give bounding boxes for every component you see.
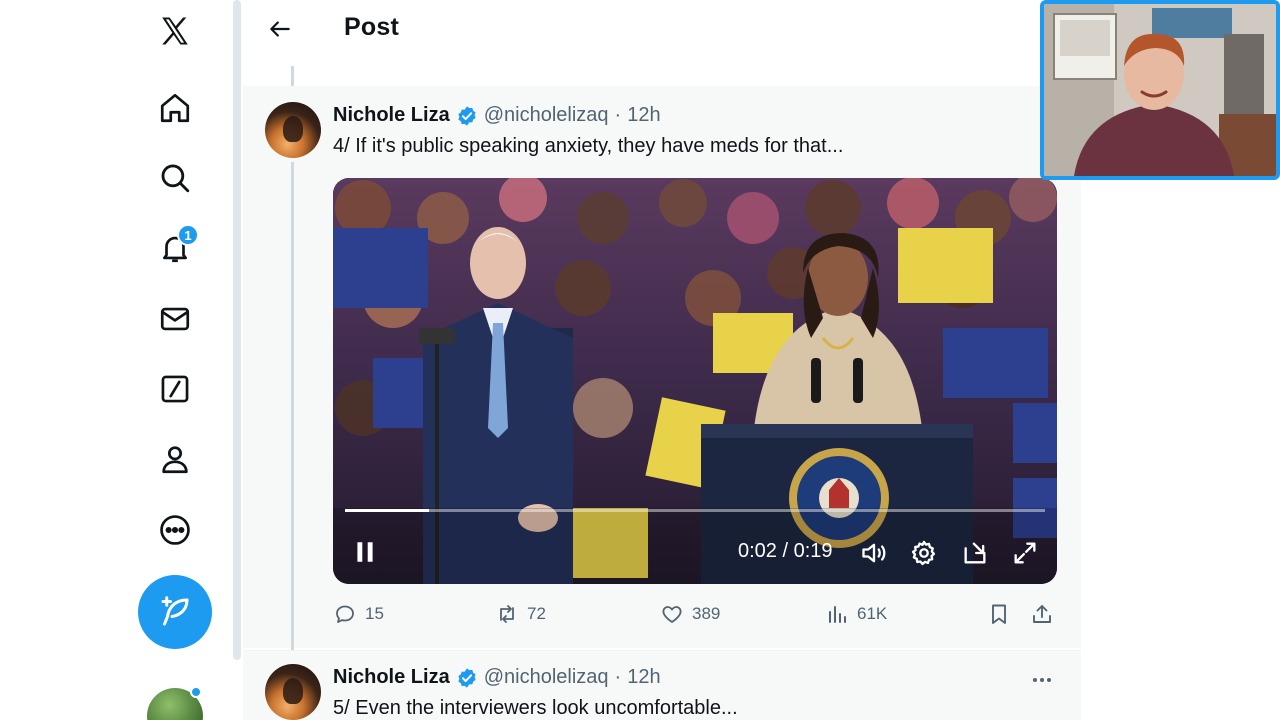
home-icon[interactable] (150, 83, 200, 133)
bell-icon[interactable]: 1 (150, 223, 200, 273)
avatar[interactable] (265, 102, 321, 158)
compose-button[interactable] (138, 575, 212, 649)
page-header: Post (243, 0, 1081, 58)
webcam-video (1044, 4, 1276, 176)
app-window: 1 Nichole Liza @nicholelizaq · 12h 4/ If… (0, 0, 1280, 720)
search-icon[interactable] (150, 153, 200, 203)
tweet[interactable]: Nichole Liza @nicholelizaq · 12h 5/ Even… (243, 650, 1081, 720)
reply-icon (336, 605, 354, 623)
tweet-header: Nichole Liza @nicholelizaq · 12h (333, 666, 661, 689)
feather-plus-icon (161, 596, 189, 626)
more-options-icon[interactable] (1027, 665, 1057, 695)
video-frame (333, 178, 1057, 584)
arrow-left-icon[interactable] (261, 10, 299, 48)
fullscreen-icon[interactable] (1010, 538, 1040, 568)
video-time-readout: 0:02 / 0:19 (738, 540, 833, 562)
slash-box-icon[interactable] (150, 364, 200, 414)
user-handle[interactable]: @nicholelizaq (484, 104, 609, 127)
notification-badge: 1 (177, 224, 199, 246)
tweet-time[interactable]: 12h (627, 104, 660, 127)
like-button[interactable]: 389 (660, 602, 720, 626)
tweet[interactable]: Nichole Liza @nicholelizaq · 12h 4/ If i… (243, 86, 1081, 648)
views-button[interactable]: 61K (825, 602, 887, 626)
thread-line (291, 162, 294, 652)
reply-button[interactable]: 15 (333, 602, 384, 626)
analytics-icon (829, 606, 846, 623)
share-button[interactable] (1030, 602, 1054, 626)
tweet-actions: 15 72 389 61K (333, 602, 1073, 632)
tweet-text: 4/ If it's public speaking anxiety, they… (333, 135, 844, 157)
video-progress-bar[interactable] (345, 509, 1045, 512)
page-title: Post (344, 13, 399, 41)
account-status-dot (190, 686, 202, 698)
tweet-text: 5/ Even the interviewers look uncomforta… (333, 697, 738, 719)
verified-badge-icon (456, 105, 478, 127)
main-column: Nichole Liza @nicholelizaq · 12h 4/ If i… (243, 0, 1081, 720)
bookmark-button[interactable] (987, 602, 1011, 626)
like-count: 389 (692, 604, 721, 623)
repost-icon (500, 605, 514, 623)
picture-in-picture-icon[interactable] (960, 538, 990, 568)
bookmark-icon (992, 604, 1006, 624)
webcam-overlay (1040, 0, 1280, 180)
separator-dot: · (614, 666, 622, 688)
left-nav: 1 (0, 0, 236, 720)
view-count: 61K (857, 604, 888, 623)
x-logo-icon[interactable] (150, 6, 200, 56)
repost-count: 72 (527, 604, 546, 623)
separator-dot: · (614, 104, 622, 126)
avatar[interactable] (265, 664, 321, 720)
tweet-header: Nichole Liza @nicholelizaq · 12h (333, 104, 661, 127)
verified-badge-icon (456, 667, 478, 689)
volume-icon[interactable] (859, 538, 889, 568)
user-handle[interactable]: @nicholelizaq (484, 666, 609, 689)
pause-icon[interactable] (351, 538, 379, 566)
tweet-time[interactable]: 12h (627, 666, 660, 689)
video-progress-fill (345, 509, 429, 512)
video-player[interactable]: 0:02 / 0:19 (333, 178, 1057, 584)
repost-button[interactable]: 72 (495, 602, 546, 626)
user-name[interactable]: Nichole Liza (333, 666, 450, 689)
share-icon (1033, 605, 1051, 623)
settings-gear-icon[interactable] (909, 538, 939, 568)
nav-scrollbar[interactable] (233, 0, 241, 660)
person-icon[interactable] (150, 434, 200, 484)
user-name[interactable]: Nichole Liza (333, 104, 450, 127)
reply-count: 15 (365, 604, 384, 623)
mail-icon[interactable] (150, 294, 200, 344)
heart-icon (662, 606, 682, 623)
more-circle-icon[interactable] (150, 505, 200, 555)
